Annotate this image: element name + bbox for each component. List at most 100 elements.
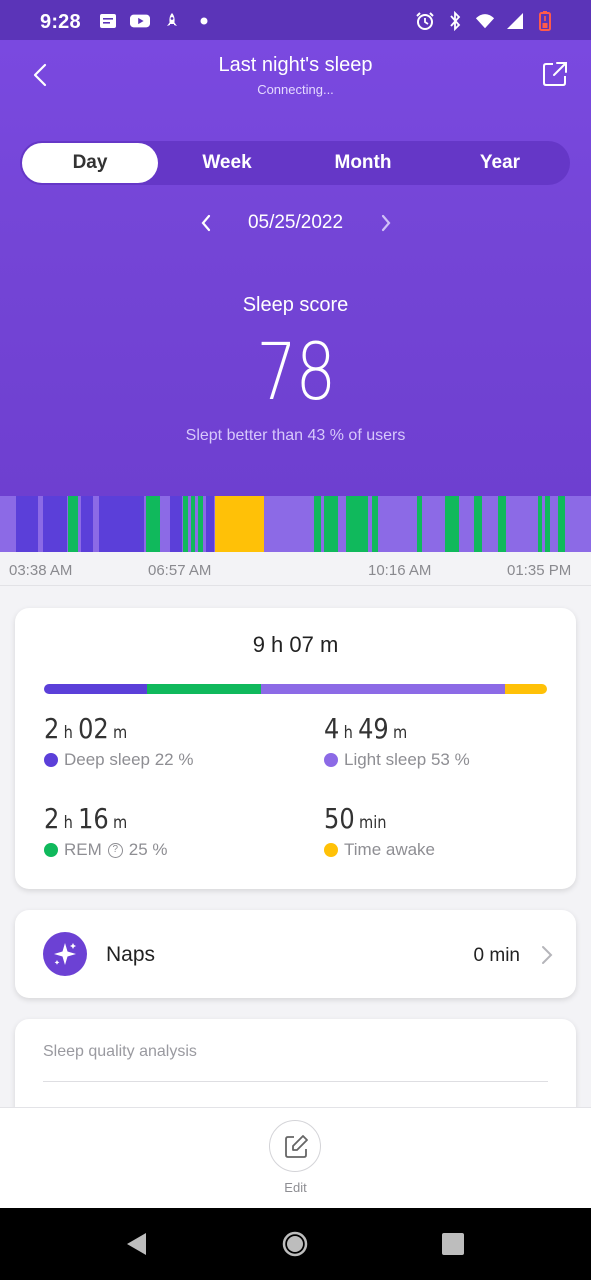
share-button[interactable] [541,60,569,88]
sleep-distribution-bar [44,684,547,694]
timeline-tick: 10:16 AM [368,562,432,579]
deep-sleep-duration: 2 h 02 m [44,712,128,745]
naps-value: 0 min [473,945,520,966]
stage-segment-rem [314,496,321,552]
triangle-back-icon [127,1233,146,1255]
square-recents-icon [442,1233,464,1255]
distribution-deep [44,684,147,694]
sleep-score-label: Sleep score [242,294,349,316]
sleep-score-value: 78 [256,328,336,418]
light-sleep-label: Light sleep 53 % [344,750,470,769]
help-icon[interactable]: ? [107,842,123,858]
edit-button[interactable] [269,1120,321,1172]
battery-low-icon [535,11,555,31]
stage-segment-rem [346,496,368,552]
system-navigation-bar [0,1208,591,1280]
stage-segment-deep [43,496,67,552]
connection-status: Connecting... [257,82,334,97]
page-title: Last night's sleep [218,54,373,76]
nav-back-button[interactable] [124,1231,150,1262]
status-bar: 9:28 [0,0,591,40]
sleep-stage-timeline[interactable] [0,496,591,552]
sleep-header: Last night's sleep Connecting... Day Wee… [0,40,591,496]
youtube-icon [130,12,150,30]
deep-sleep-dot [44,753,58,767]
distribution-rem [147,684,261,694]
timeline-tick: 06:57 AM [148,562,212,579]
rem-duration: 2 h 16 m [44,802,128,835]
chevron-right-icon [381,214,391,232]
distribution-awake [505,684,547,694]
stage-segment-rem [558,496,565,552]
stage-segment-rem [191,496,195,552]
stage-segment-rem [445,496,459,552]
naps-row[interactable]: Naps 0 min [15,910,576,998]
distribution-light [261,684,505,694]
light-sleep-stat: 4 h 49 m Light sleep 53 % [324,712,564,770]
tab-week[interactable]: Week [159,143,295,183]
date-navigator: 05/25/2022 [0,208,591,238]
awake-label: Time awake [344,840,436,859]
stage-segment-rem [146,496,160,552]
current-date: 05/25/2022 [247,212,344,233]
stage-segment-rem [68,496,78,552]
status-icons-right [415,11,555,31]
awake-stat: 50 min Time awake [324,802,564,860]
timeline-tick: 03:38 AM [9,562,73,579]
sleep-summary-card: 9 h 07 m 2 h 02 m Deep sleep 22 % 4 h 49 m Lig… [15,608,576,889]
sparkle-icon [43,932,87,976]
circle-home-icon [282,1231,308,1257]
rocket-icon [162,12,182,30]
alarm-icon [415,12,435,30]
signal-icon [505,12,525,30]
naps-label: Naps [106,943,156,966]
notes-icon [98,12,118,30]
wifi-icon [475,12,495,30]
edit-icon [285,1135,308,1158]
bottom-action-bar: Edit [0,1107,591,1208]
dot-icon [194,12,214,30]
stage-segment-awake [215,496,264,552]
bluetooth-icon [445,11,465,31]
stage-segment-rem [545,496,550,552]
awake-dot [324,843,338,857]
timeline-tick: 01:35 PM [507,562,572,579]
tab-day[interactable]: Day [22,143,158,183]
nav-home-button[interactable] [282,1231,308,1262]
deep-sleep-label: Deep sleep 22 % [64,750,194,769]
rem-dot [44,843,58,857]
tab-year[interactable]: Year [432,143,568,183]
chevron-right-icon [540,944,554,966]
light-sleep-dot [324,753,338,767]
tab-month[interactable]: Month [295,143,431,183]
light-sleep-duration: 4 h 49 m [324,712,408,745]
stage-segment-deep [99,496,144,552]
stage-segment-rem [498,496,506,552]
stage-segment-rem [417,496,422,552]
awake-duration: 50 min [324,802,387,835]
nav-recents-button[interactable] [441,1232,465,1261]
total-sleep-duration: 9 h 07 m [252,632,339,657]
deep-sleep-stat: 2 h 02 m Deep sleep 22 % [44,712,284,770]
divider [43,1081,548,1082]
stage-segment-rem [183,496,188,552]
rem-stat: 2 h 16 m REM? 25 % [44,802,284,860]
stage-segment-deep [16,496,38,552]
stage-segment-deep [170,496,182,552]
stage-segment-rem [324,496,338,552]
share-icon [543,62,567,86]
edit-label: Edit [284,1180,307,1195]
stage-segment-rem [372,496,378,552]
stage-segment-rem [198,496,203,552]
rem-label: REM [64,840,102,859]
sleep-score-comparison: Slept better than 43 % of users [185,427,406,444]
status-icons-left [98,12,214,30]
timeline-axis: 03:38 AM 06:57 AM 10:16 AM 01:35 PM [0,552,591,586]
status-time: 9:28 [40,11,81,33]
analysis-title: Sleep quality analysis [43,1043,197,1060]
next-date-button[interactable] [376,212,396,234]
stage-segment-deep [206,496,214,552]
rem-percent: 25 % [128,840,168,859]
period-tabs: Day Week Month Year [20,141,570,185]
stage-segment-rem [474,496,482,552]
